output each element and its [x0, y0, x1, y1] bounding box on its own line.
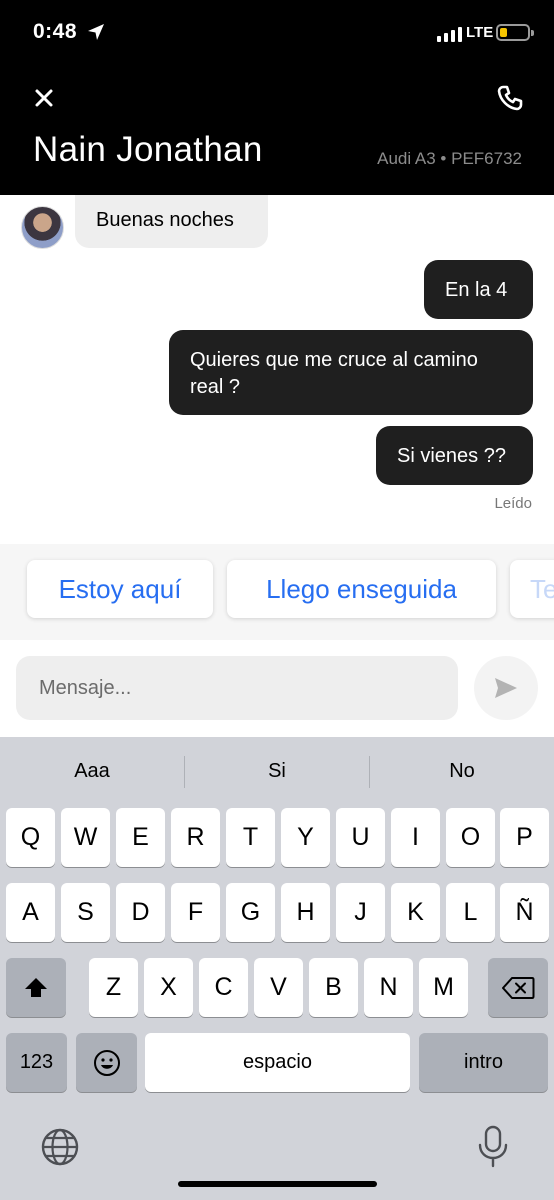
key-c[interactable]: C — [199, 958, 248, 1017]
location-arrow-icon — [88, 24, 104, 40]
send-icon — [495, 678, 517, 698]
message-bubble-outgoing: En la 4 — [424, 260, 533, 319]
emoji-key[interactable] — [76, 1033, 137, 1092]
delete-key[interactable] — [488, 958, 548, 1017]
key-q[interactable]: Q — [6, 808, 55, 867]
key-f[interactable]: F — [171, 883, 220, 942]
key-m[interactable]: M — [419, 958, 468, 1017]
keyboard: Aaa Si No Q W E R T Y U I O P A S D F G … — [0, 737, 554, 1200]
read-receipt: Leído — [494, 495, 532, 512]
key-h[interactable]: H — [281, 883, 330, 942]
key-o[interactable]: O — [446, 808, 495, 867]
phone-icon — [497, 85, 523, 111]
key-s[interactable]: S — [61, 883, 110, 942]
send-button[interactable] — [474, 656, 538, 720]
cellular-signal-icon — [437, 26, 462, 42]
key-i[interactable]: I — [391, 808, 440, 867]
key-a[interactable]: A — [6, 883, 55, 942]
key-u[interactable]: U — [336, 808, 385, 867]
quick-reply-partial[interactable]: Te — [510, 560, 554, 618]
quick-reply-estoy-aqui[interactable]: Estoy aquí — [27, 560, 213, 618]
status-bar: 0:48 LTE — [0, 0, 554, 66]
call-button[interactable] — [494, 82, 526, 114]
numbers-key[interactable]: 123 — [6, 1033, 67, 1092]
key-r[interactable]: R — [171, 808, 220, 867]
key-k[interactable]: K — [391, 883, 440, 942]
close-button[interactable] — [28, 82, 60, 114]
dictation-button[interactable] — [476, 1125, 510, 1169]
battery-icon — [496, 24, 534, 41]
space-key[interactable]: espacio — [145, 1033, 410, 1092]
suggestion-3[interactable]: No — [370, 755, 554, 787]
shift-icon — [25, 977, 47, 997]
key-e[interactable]: E — [116, 808, 165, 867]
key-b[interactable]: B — [309, 958, 358, 1017]
chat-header: 0:48 LTE Nain Jonathan Audi A3 • PEF6732 — [0, 0, 554, 195]
key-y[interactable]: Y — [281, 808, 330, 867]
key-x[interactable]: X — [144, 958, 193, 1017]
status-time: 0:48 — [33, 20, 78, 43]
key-l[interactable]: L — [446, 883, 495, 942]
key-p[interactable]: P — [500, 808, 549, 867]
shift-key[interactable] — [6, 958, 66, 1017]
key-v[interactable]: V — [254, 958, 303, 1017]
home-indicator — [178, 1181, 377, 1187]
key-n[interactable]: N — [364, 958, 413, 1017]
suggestion-1[interactable]: Aaa — [0, 755, 184, 787]
vehicle-info: Audi A3 • PEF6732 — [377, 149, 522, 168]
key-j[interactable]: J — [336, 883, 385, 942]
globe-icon — [41, 1128, 79, 1166]
suggestion-2[interactable]: Si — [185, 755, 369, 787]
message-input[interactable] — [16, 656, 458, 720]
driver-avatar — [21, 206, 64, 249]
quick-replies-bar[interactable]: Estoy aquí Llego enseguida Te — [0, 544, 554, 640]
message-bubble-outgoing: Si vienes ?? — [376, 426, 533, 485]
quick-reply-llego-enseguida[interactable]: Llego enseguida — [227, 560, 496, 618]
language-button[interactable] — [40, 1127, 80, 1167]
network-type: LTE — [466, 24, 494, 41]
message-bubble-outgoing: Quieres que me cruce al camino real ? — [169, 330, 533, 415]
driver-name: Nain Jonathan — [33, 130, 263, 169]
backspace-icon — [502, 976, 535, 999]
message-input-container — [16, 656, 458, 720]
close-icon — [35, 89, 53, 107]
key-d[interactable]: D — [116, 883, 165, 942]
key-w[interactable]: W — [61, 808, 110, 867]
key-t[interactable]: T — [226, 808, 275, 867]
key-z[interactable]: Z — [89, 958, 138, 1017]
microphone-icon — [478, 1125, 508, 1168]
message-bubble-incoming: Buenas noches — [75, 195, 268, 248]
emoji-icon — [93, 1049, 120, 1076]
key-g[interactable]: G — [226, 883, 275, 942]
return-key[interactable]: intro — [419, 1033, 548, 1092]
key-enye[interactable]: Ñ — [500, 883, 549, 942]
